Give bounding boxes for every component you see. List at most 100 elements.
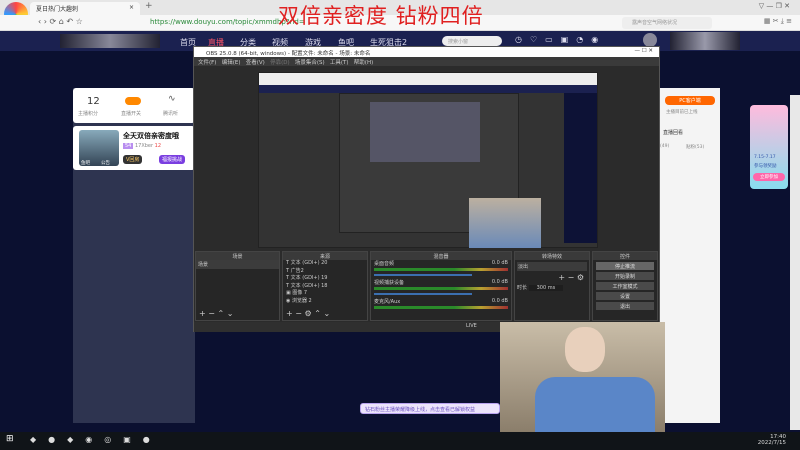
event-banner[interactable]: 7.15-7.17 参与领奖励 立即参加 (750, 105, 788, 189)
menu-view[interactable]: 查看(V) (246, 60, 265, 66)
mixer-channel: 视频捕获设备 0.0 dB (371, 279, 511, 295)
obs-window: OBS 25.0.8 (64-bit, windows) - 配置文件: 未命名… (193, 46, 660, 332)
menu-dock[interactable]: 停靠(D) (270, 60, 290, 66)
hot-count: 12 (154, 143, 162, 149)
scenes-dock: 场景 场景 + − ⌃ ⌄ (195, 251, 280, 321)
avatar[interactable] (643, 33, 657, 47)
preview-nav (259, 85, 597, 93)
browser-search-input[interactable]: 露声音空气网络状况 (622, 17, 712, 29)
menu-file[interactable]: 文件(F) (198, 60, 216, 66)
score-label: 主播积分 (78, 111, 99, 117)
toolbar-icons[interactable]: ▦ ✂ ⤓ ≡ (764, 17, 792, 26)
volume-slider[interactable] (374, 274, 472, 276)
dock-title: 混音器 (371, 252, 511, 260)
level-badge: 54 (123, 143, 134, 149)
game-logo (60, 34, 160, 48)
mixer-channel: 麦克风/Aux 0.0 dB (371, 298, 511, 309)
tab-title: 夏日热门大趣刺 (36, 6, 79, 13)
obs-window-controls[interactable]: — ☐ ✕ (634, 48, 653, 54)
menu-help[interactable]: 帮助(H) (354, 60, 373, 66)
source-controls[interactable]: + − ⚙ ⌃ ⌄ (286, 309, 330, 318)
nav-search-input[interactable]: 搜索小窗 (442, 36, 502, 46)
game-logo-right (670, 32, 740, 50)
source-item[interactable]: T 广告2 (286, 268, 364, 276)
audio-wave-icon[interactable]: ∿ (168, 94, 176, 104)
window-controls[interactable]: ▽ — ❐ ✕ (759, 2, 790, 10)
dock-title: 场景 (196, 252, 279, 260)
person-shirt (535, 377, 655, 434)
left-column: 12 主播积分 直播开关 ∿ 腾讯听 全天双倍亲密度哦 54 17Xber 12… (73, 88, 195, 423)
obs-preview[interactable] (258, 72, 598, 248)
sources-dock: 来源 T 文本 (GDI+) 20 T 广告2 T 文本 (GDI+) 19 T… (282, 251, 368, 321)
pc-client-button[interactable]: PC客户端 (665, 96, 715, 105)
source-item[interactable]: T 文本 (GDI+) 20 (286, 260, 364, 268)
webcam-overlay (500, 322, 665, 434)
client-sub: 主播目前已上线 (666, 110, 698, 115)
start-recording-button[interactable]: 开始录制 (596, 272, 654, 280)
streamer-title: 全天双倍亲密度哦 (123, 132, 179, 140)
nav-buttons[interactable]: ‹ › ⟳ ⌂ ↶ ☆ (38, 17, 83, 26)
tag-vroom[interactable]: V回房 (123, 155, 143, 164)
dock-title: 转场特效 (515, 252, 589, 260)
preview-side (564, 93, 597, 243)
scene-controls[interactable]: + − ⌃ ⌄ (199, 309, 233, 318)
event-sub: 参与领奖励 (754, 164, 777, 169)
new-tab-icon[interactable]: + (145, 1, 153, 11)
preview-nested-content (370, 102, 480, 162)
nav-icons[interactable]: ◷♡▭▣◔◉ (515, 35, 606, 44)
overlay-title: 双倍亲密度 钻粉四倍 (278, 4, 484, 28)
live-status: LIVE (466, 323, 477, 329)
rank-tab[interactable]: (49) (660, 144, 669, 149)
notice-bubble[interactable]: 钻石粉丝主播荣耀降级上线，点击查看已解锁权益 (360, 403, 500, 414)
transition-controls[interactable]: + − ⚙ (515, 273, 589, 282)
obs-menubar: 文件(F) 编辑(E) 查看(V) 停靠(D) 场景集合(S) 工具(T) 帮助… (194, 57, 659, 66)
date: 2022/7/15 (757, 440, 786, 446)
taskbar-app-icons[interactable]: ◆●◆◉◎▣● (30, 435, 162, 444)
event-button[interactable]: 立即参加 (753, 173, 785, 181)
stats-card: 12 主播积分 直播开关 ∿ 腾讯听 (73, 88, 195, 123)
audio-label: 腾讯听 (163, 111, 179, 117)
menu-scene-collection[interactable]: 场景集合(S) (295, 60, 325, 66)
switch-label: 直播开关 (121, 111, 142, 117)
source-item[interactable]: ◉ 浏览器 2 (286, 298, 364, 306)
studio-mode-button[interactable]: 工作室模式 (596, 282, 654, 290)
preview-browser-bar (259, 73, 597, 85)
fans-tab[interactable]: 贴粉(53) (686, 144, 704, 150)
obs-titlebar: OBS 25.0.8 (64-bit, windows) - 配置文件: 未命名… (194, 47, 659, 57)
taskbar: ⊞ ◆●◆◉◎▣● 17:40 2022/7/15 (0, 432, 800, 450)
source-item[interactable]: ▣ 图像 7 (286, 290, 364, 298)
controls-dock: 控件 停止推流 开始录制 工作室模式 设置 退出 (592, 251, 658, 321)
clock: 17:40 2022/7/15 (758, 434, 786, 446)
transition-select[interactable]: 淡出 (517, 262, 587, 271)
mixer-channel: 桌面音频 0.0 dB (371, 260, 511, 276)
transitions-dock: 转场特效 淡出 + − ⚙ 时长 300 ms (514, 251, 590, 321)
duration-input[interactable]: 300 ms (528, 285, 564, 291)
streamer-card[interactable]: 全天双倍亲密度哦 54 17Xber 12 V回房 福报挑战 鱼吧 公告 (73, 126, 195, 170)
menu-tools[interactable]: 工具(T) (330, 60, 349, 66)
source-item[interactable]: T 文本 (GDI+) 18 (286, 283, 364, 291)
score-value: 12 (87, 96, 100, 107)
browser-tab[interactable]: 夏日热门大趣刺 × (30, 2, 140, 15)
dock-title: 来源 (283, 252, 367, 260)
thumb-label: 鱼吧 (81, 161, 90, 166)
replay-link[interactable]: 直播回看 (663, 129, 683, 136)
volume-slider[interactable] (374, 293, 472, 295)
fans-text: 17Xber (134, 143, 154, 149)
settings-button[interactable]: 设置 (596, 292, 654, 300)
scene-item[interactable]: 场景 (196, 260, 279, 269)
tag-challenge[interactable]: 福报挑战 (159, 155, 186, 164)
exit-button[interactable]: 退出 (596, 302, 654, 310)
page-scrollbar[interactable] (790, 95, 800, 430)
right-column: PC客户端 主播目前已上线 直播回看 (49) 贴粉(53) (660, 88, 720, 423)
event-dates: 7.15-7.17 (754, 155, 776, 160)
start-icon[interactable]: ⊞ (6, 434, 14, 444)
stop-streaming-button[interactable]: 停止推流 (596, 262, 654, 270)
source-item[interactable]: T 文本 (GDI+) 19 (286, 275, 364, 283)
preview-webcam (469, 198, 541, 248)
menu-edit[interactable]: 编辑(E) (222, 60, 241, 66)
thumb-label: 公告 (101, 161, 110, 166)
duration-label: 时长 (517, 285, 528, 291)
mixer-dock: 混音器 桌面音频 0.0 dB 视频捕获设备 0.0 dB 麦克风/Aux 0.0 d… (370, 251, 512, 321)
live-switch-toggle[interactable] (125, 97, 141, 105)
close-tab-icon[interactable]: × (129, 4, 134, 11)
